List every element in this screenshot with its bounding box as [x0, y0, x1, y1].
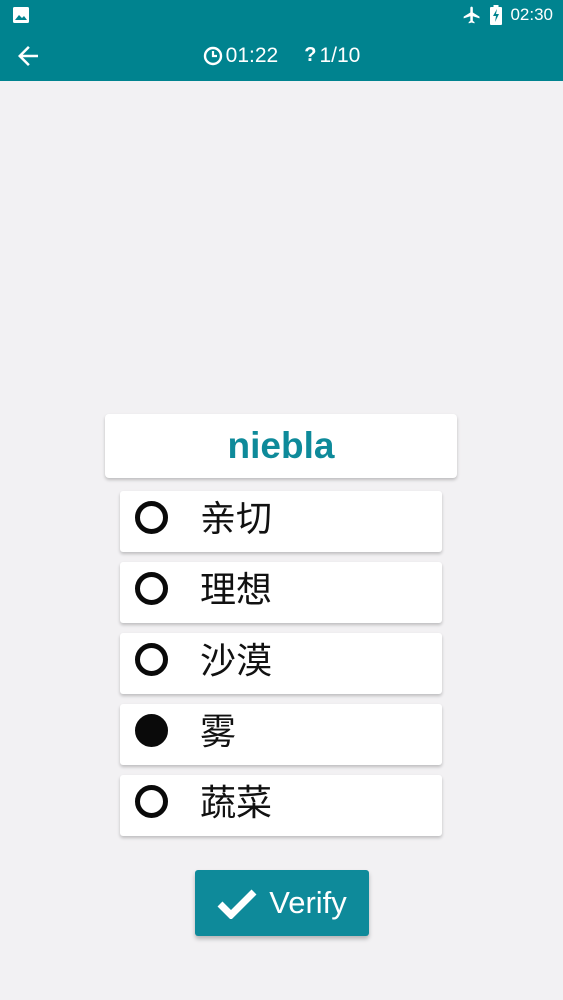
question-progress-value: 1/10: [319, 43, 361, 67]
radio-unchecked-icon: [135, 572, 168, 605]
checkmark-icon: [217, 889, 257, 919]
status-time: 02:30: [510, 5, 553, 24]
battery-charging-icon: [490, 5, 503, 25]
gallery-icon: [13, 7, 29, 23]
airplane-mode-icon: [464, 6, 480, 24]
radio-unchecked-icon: [135, 643, 168, 676]
timer: 01:22: [203, 43, 279, 68]
option-label: 蔬菜: [200, 783, 273, 824]
quiz-word: niebla: [227, 425, 335, 466]
radio-unchecked-icon: [135, 501, 168, 534]
option-item[interactable]: 沙漠: [120, 633, 442, 694]
option-item[interactable]: 亲切: [120, 491, 442, 552]
question-mark-icon: ?: [304, 44, 317, 66]
option-label: 雾: [200, 712, 237, 753]
status-bar: 02:30: [0, 0, 563, 30]
question-progress: ? 1/10: [304, 44, 360, 68]
option-label: 沙漠: [200, 641, 273, 682]
option-item[interactable]: 雾: [120, 704, 442, 765]
option-label: 理想: [200, 570, 273, 611]
verify-label: Verify: [269, 885, 347, 920]
word-card: niebla: [105, 414, 457, 478]
option-label: 亲切: [200, 499, 273, 540]
option-item[interactable]: 理想: [120, 562, 442, 623]
clock-icon: [203, 46, 222, 65]
verify-button[interactable]: Verify: [195, 870, 369, 936]
timer-value: 01:22: [225, 43, 279, 67]
radio-unchecked-icon: [135, 785, 168, 818]
app-bar: 01:22 ? 1/10: [0, 30, 563, 81]
option-item[interactable]: 蔬菜: [120, 775, 442, 836]
radio-checked-icon: [135, 714, 168, 747]
